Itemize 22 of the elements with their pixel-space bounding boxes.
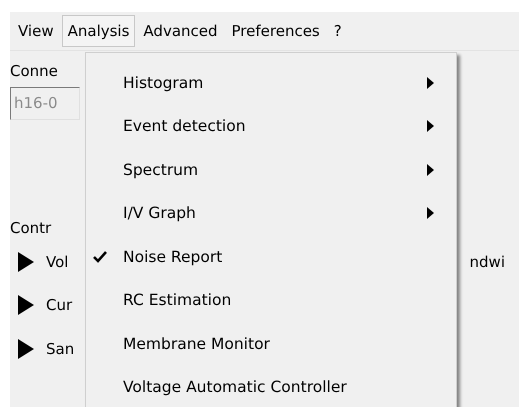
menu-item[interactable]: I/V Graph	[86, 192, 456, 235]
menu-item[interactable]: Membrane Monitor	[86, 322, 456, 366]
tree-item-label[interactable]: Vol	[46, 252, 68, 271]
menu-item[interactable]: Spectrum	[86, 148, 456, 192]
tree-item-label[interactable]: Cur	[46, 296, 72, 314]
menu-bar-item[interactable]: ?	[328, 15, 348, 47]
menu-bar-item[interactable]: Preferences	[226, 15, 326, 47]
expand-arrow-icon[interactable]	[18, 295, 34, 316]
menu-item[interactable]: Histogram	[86, 61, 456, 104]
connection-label: Conne	[10, 61, 58, 82]
tree-item-label[interactable]: San	[46, 340, 74, 358]
menu-item[interactable]: RC Estimation	[86, 278, 456, 322]
menu-bar-item[interactable]: View	[12, 15, 60, 47]
expand-arrow-icon[interactable]	[18, 338, 34, 359]
option-label: ndwi	[470, 252, 506, 271]
menu-bar-item[interactable]: Analysis	[62, 15, 136, 47]
menu-item[interactable]: Noise Report	[86, 235, 456, 278]
menu-item[interactable]: Event detection	[86, 104, 456, 148]
controls-label: Contr	[10, 218, 52, 239]
expand-arrow-icon[interactable]	[18, 252, 34, 272]
menu-item[interactable]: Voltage Automatic Controller	[86, 366, 456, 407]
menu-bar-item[interactable]: Advanced	[137, 15, 224, 47]
